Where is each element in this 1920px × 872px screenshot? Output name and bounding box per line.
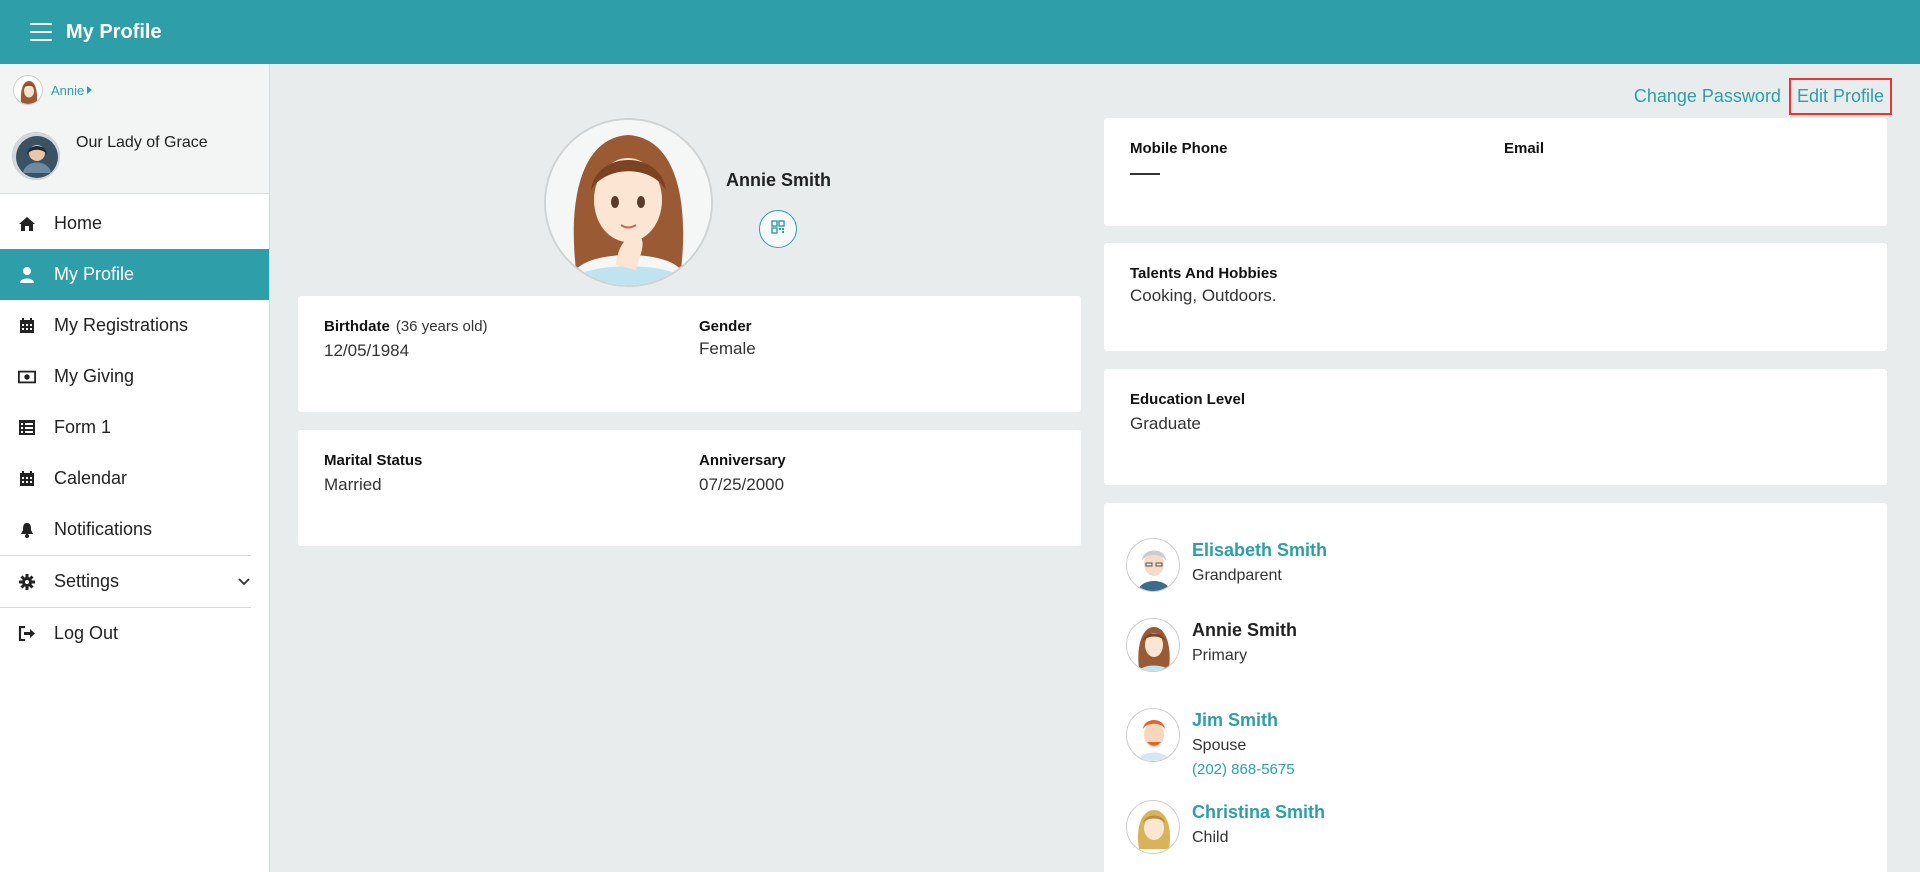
family-member-relation: Spouse — [1192, 737, 1247, 754]
family-member-phone[interactable]: (202) 868-5675 — [1192, 761, 1295, 778]
qr-code-icon — [771, 219, 785, 239]
birthdate-value: 12/05/1984 — [324, 341, 410, 360]
sidebar-item-label: My Registrations — [54, 315, 189, 335]
gender-value: Female — [699, 339, 756, 358]
caret-right-icon — [87, 86, 93, 94]
birthdate-field: Birthdate (36 years old) 12/05/1984 — [324, 318, 488, 361]
user-name: Annie — [51, 82, 85, 98]
mobile-phone-label: Mobile Phone — [1130, 140, 1228, 157]
hamburger-icon[interactable] — [30, 23, 52, 41]
form-list-icon — [18, 419, 36, 437]
sidebar-item-label: Settings — [54, 571, 120, 591]
family-member-relation: Primary — [1192, 647, 1248, 664]
marital-card: Marital Status Married Anniversary 07/25… — [298, 430, 1081, 546]
sidebar-item-label: My Giving — [54, 366, 135, 386]
family-member[interactable]: Annie Smith Primary — [1126, 618, 1297, 672]
education-card: Education Level Graduate — [1104, 369, 1887, 485]
family-avatar — [1126, 800, 1180, 854]
anniversary-field: Anniversary 07/25/2000 — [699, 452, 786, 495]
family-avatar — [1126, 538, 1180, 592]
profile-name: Annie Smith — [726, 170, 832, 190]
profile-photo — [544, 118, 713, 287]
family-avatar — [1126, 708, 1180, 762]
sidebar-item-my-registrations[interactable]: My Registrations — [0, 300, 269, 351]
mobile-phone-field: Mobile Phone — [1130, 140, 1228, 175]
sidebar-item-label: Log Out — [54, 623, 119, 643]
family-member-name[interactable]: Jim Smith — [1192, 710, 1295, 731]
parish-info: Our Lady of Grace — [12, 132, 208, 180]
chevron-down-icon[interactable] — [237, 571, 251, 592]
email-label: Email — [1504, 140, 1545, 157]
talents-label: Talents And Hobbies — [1130, 265, 1278, 282]
home-icon — [18, 215, 36, 233]
marital-status-field: Marital Status Married — [324, 452, 422, 495]
sidebar-item-notifications[interactable]: Notifications — [0, 504, 269, 555]
money-icon — [18, 368, 36, 386]
gear-icon — [18, 573, 36, 591]
anniversary-value: 07/25/2000 — [699, 475, 785, 494]
qr-code-button[interactable] — [759, 210, 797, 248]
marital-status-value: Married — [324, 475, 382, 494]
top-app-bar: My Profile — [0, 0, 1920, 64]
family-member-name: Annie Smith — [1192, 620, 1298, 640]
sidebar-item-form-1[interactable]: Form 1 — [0, 402, 269, 453]
user-icon — [18, 266, 36, 284]
empty-value-dash — [1130, 173, 1160, 175]
birthdate-gender-card: Birthdate (36 years old) 12/05/1984 Gende… — [298, 296, 1081, 412]
education-field: Education Level Graduate — [1130, 391, 1245, 434]
anniversary-label: Anniversary — [699, 452, 786, 469]
page-title: My Profile — [66, 20, 162, 43]
gender-label: Gender — [699, 318, 752, 335]
email-field: Email — [1504, 140, 1544, 157]
user-avatar — [13, 75, 43, 105]
contact-card: Mobile Phone Email — [1104, 118, 1887, 226]
education-label: Education Level — [1130, 391, 1246, 408]
sidebar-item-my-profile[interactable]: My Profile — [0, 249, 269, 300]
age-text: (36 years old) — [395, 318, 488, 335]
family-member-name[interactable]: Christina Smith — [1192, 802, 1325, 823]
talents-card: Talents And Hobbies Cooking, Outdoors. — [1104, 243, 1887, 351]
parish-avatar — [12, 132, 60, 180]
family-member[interactable]: Christina Smith Child — [1126, 800, 1325, 854]
sidebar-item-label: Calendar — [54, 468, 128, 488]
family-member[interactable]: Elisabeth Smith Grandparent — [1126, 538, 1327, 592]
logout-icon — [18, 625, 36, 643]
edit-profile-link[interactable]: Edit Profile — [1788, 78, 1892, 115]
family-avatar — [1126, 618, 1180, 672]
calendar-icon — [18, 470, 36, 488]
education-value: Graduate — [1130, 414, 1201, 433]
user-menu[interactable]: Annie — [13, 75, 93, 105]
parish-name: Our Lady of Grace — [76, 134, 208, 151]
talents-value: Cooking, Outdoors. — [1130, 286, 1277, 305]
talents-field: Talents And Hobbies Cooking, Outdoors. — [1130, 265, 1278, 306]
sidebar-item-home[interactable]: Home — [0, 198, 269, 249]
family-member-name[interactable]: Elisabeth Smith — [1192, 540, 1327, 561]
sidebar-item-my-giving[interactable]: My Giving — [0, 351, 269, 402]
marital-status-label: Marital Status — [324, 452, 423, 469]
sidebar-item-label: Notifications — [54, 519, 153, 539]
sidebar-item-label: My Profile — [54, 264, 135, 284]
family-member[interactable]: Jim Smith Spouse (202) 868-5675 — [1126, 708, 1295, 778]
change-password-link[interactable]: Change Password — [1630, 80, 1785, 113]
gender-field: Gender Female — [699, 318, 756, 359]
sidebar-header: Annie Our Lady of Grace — [0, 64, 269, 194]
sidebar-item-label: Home — [54, 213, 103, 233]
sidebar: Annie Our Lady of Grace Home My Profile … — [0, 64, 270, 872]
calendar-icon — [18, 317, 36, 335]
sidebar-item-label: Form 1 — [54, 417, 112, 437]
family-member-relation: Child — [1192, 829, 1229, 846]
profile-actions: Change Password Edit Profile — [1630, 78, 1892, 115]
bell-icon — [18, 521, 36, 539]
birthdate-label: Birthdate — [324, 318, 390, 335]
sidebar-item-log-out[interactable]: Log Out — [0, 608, 269, 659]
family-member-relation: Grandparent — [1192, 567, 1282, 584]
sidebar-item-calendar[interactable]: Calendar — [0, 453, 269, 504]
sidebar-item-settings[interactable]: Settings — [0, 556, 269, 607]
